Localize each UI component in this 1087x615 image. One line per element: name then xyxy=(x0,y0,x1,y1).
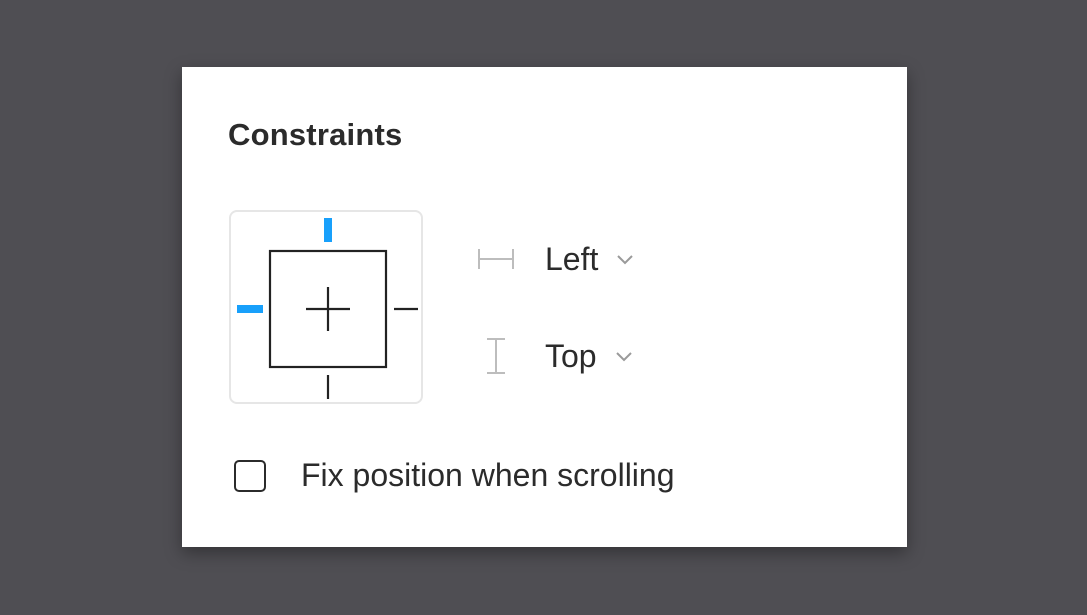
vertical-constraint-select[interactable]: Top xyxy=(545,338,635,375)
fix-position-row: Fix position when scrolling xyxy=(234,457,675,494)
chevron-down-icon xyxy=(613,345,635,367)
constraint-widget xyxy=(229,210,423,404)
chevron-down-icon xyxy=(614,248,636,270)
vertical-constraint-value: Top xyxy=(545,337,597,374)
panel-title: Constraints xyxy=(228,117,403,152)
constraint-diagram xyxy=(237,218,418,399)
left-constraint-handle[interactable] xyxy=(237,305,263,313)
horizontal-constraint-icon xyxy=(476,239,516,279)
horizontal-constraint-row: Left xyxy=(476,239,636,279)
fix-position-checkbox[interactable] xyxy=(234,459,266,492)
constraints-panel: Constraints Left Top Fix position when s… xyxy=(182,67,907,547)
horizontal-constraint-select[interactable]: Left xyxy=(545,241,636,278)
vertical-constraint-icon xyxy=(476,336,516,376)
top-constraint-handle[interactable] xyxy=(324,218,332,242)
fix-position-label: Fix position when scrolling xyxy=(301,457,675,493)
vertical-constraint-row: Top xyxy=(476,336,635,376)
horizontal-constraint-value: Left xyxy=(545,240,599,277)
